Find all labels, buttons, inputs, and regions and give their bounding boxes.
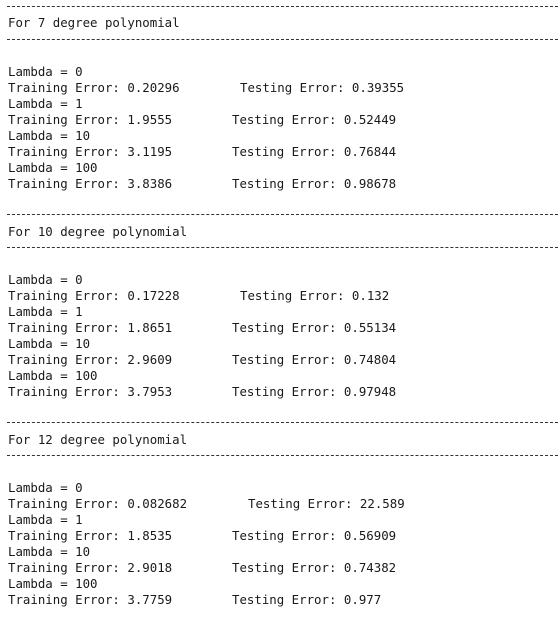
testing-error: Testing Error: 22.589 xyxy=(248,496,405,511)
testing-error: Testing Error: 0.97948 xyxy=(232,384,397,399)
lambda-line: Lambda = 0 xyxy=(8,272,83,287)
lambda-line: Lambda = 10 xyxy=(8,128,91,143)
training-error: Training Error: 3.8386 xyxy=(8,176,173,191)
lambda-line: Lambda = 0 xyxy=(8,480,83,495)
training-error: Training Error: 0.17228 xyxy=(8,288,180,303)
testing-error: Testing Error: 0.977 xyxy=(232,592,382,607)
training-error: Training Error: 3.1195 xyxy=(8,144,173,159)
block-title: For 7 degree polynomial xyxy=(8,15,180,30)
testing-error: Testing Error: 0.76844 xyxy=(232,144,397,159)
lambda-line: Lambda = 10 xyxy=(8,544,91,559)
training-error: Training Error: 2.9609 xyxy=(8,352,173,367)
testing-error: Testing Error: 0.98678 xyxy=(232,176,397,191)
lambda-line: Lambda = 1 xyxy=(8,304,83,319)
training-error: Training Error: 1.9555 xyxy=(8,112,173,127)
training-error: Training Error: 2.9018 xyxy=(8,560,173,575)
lambda-line: Lambda = 1 xyxy=(8,512,83,527)
separator-line xyxy=(7,214,558,215)
separator-line xyxy=(7,247,558,248)
separator-line xyxy=(7,422,558,423)
testing-error: Testing Error: 0.55134 xyxy=(232,320,397,335)
testing-error: Testing Error: 0.132 xyxy=(240,288,390,303)
lambda-line: Lambda = 1 xyxy=(8,96,83,111)
training-error: Training Error: 0.20296 xyxy=(8,80,180,95)
training-error: Training Error: 3.7953 xyxy=(8,384,173,399)
testing-error: Testing Error: 0.74382 xyxy=(232,560,397,575)
testing-error: Testing Error: 0.52449 xyxy=(232,112,397,127)
training-error: Training Error: 1.8651 xyxy=(8,320,173,335)
testing-error: Testing Error: 0.56909 xyxy=(232,528,397,543)
lambda-line: Lambda = 0 xyxy=(8,64,83,79)
training-error: Training Error: 0.082682 xyxy=(8,496,188,511)
block-title: For 12 degree polynomial xyxy=(8,432,188,447)
console-output[interactable]: For 7 degree polynomial Lambda = 0 Train… xyxy=(0,0,558,630)
separator-line xyxy=(7,455,558,456)
testing-error: Testing Error: 0.39355 xyxy=(240,80,405,95)
lambda-line: Lambda = 100 xyxy=(8,368,98,383)
lambda-line: Lambda = 10 xyxy=(8,336,91,351)
separator-line xyxy=(7,39,558,40)
separator-line xyxy=(7,6,558,7)
testing-error: Testing Error: 0.74804 xyxy=(232,352,397,367)
block-title: For 10 degree polynomial xyxy=(8,224,188,239)
lambda-line: Lambda = 100 xyxy=(8,160,98,175)
training-error: Training Error: 1.8535 xyxy=(8,528,173,543)
training-error: Training Error: 3.7759 xyxy=(8,592,173,607)
lambda-line: Lambda = 100 xyxy=(8,576,98,591)
